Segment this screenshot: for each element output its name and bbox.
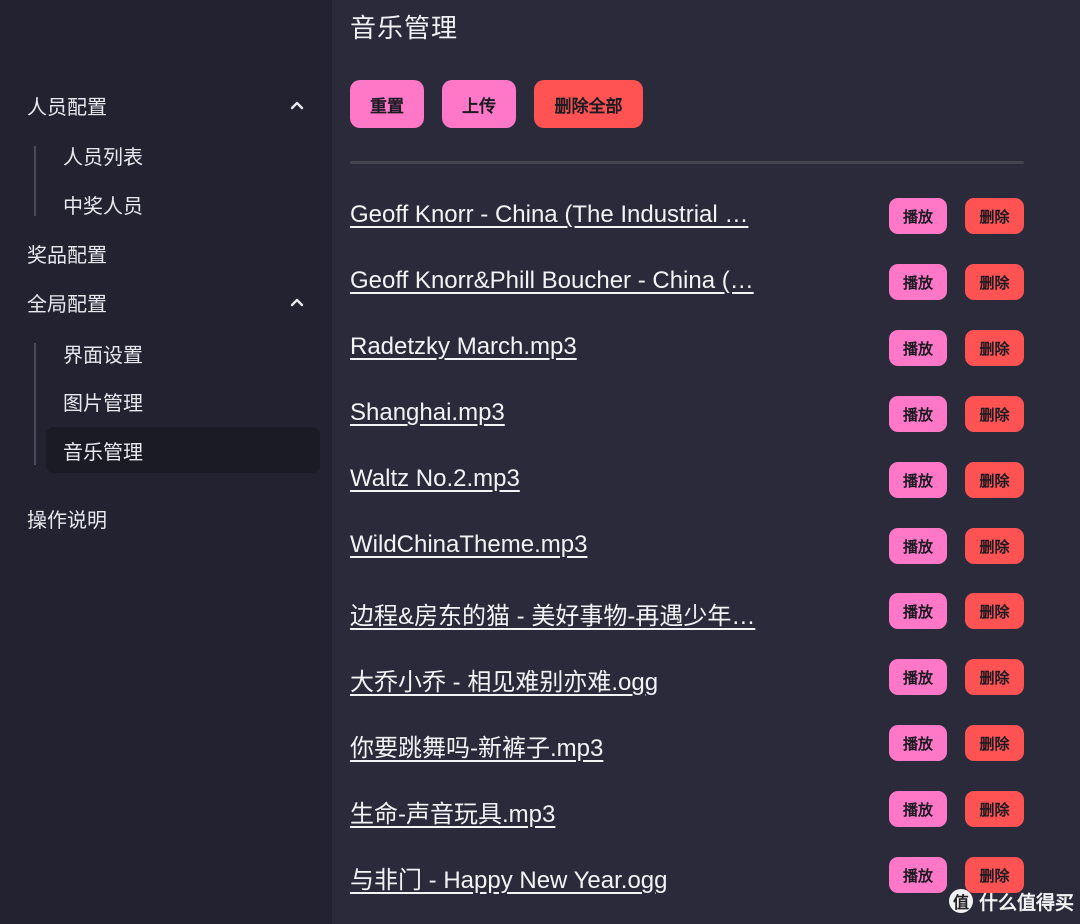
track-name-link[interactable]: 与非门 - Happy New Year.ogg <box>350 860 780 895</box>
chevron-up-icon <box>290 295 304 309</box>
delete-button[interactable]: 删除 <box>965 725 1024 761</box>
watermark: 值 什么值得买 <box>949 886 1074 916</box>
reset-button[interactable]: 重置 <box>350 80 424 128</box>
sidebar-item-label: 音乐管理 <box>63 439 143 464</box>
delete-button[interactable]: 删除 <box>965 462 1024 498</box>
sidebar-item-label: 界面设置 <box>63 342 143 367</box>
play-button[interactable]: 播放 <box>889 659 947 695</box>
track-row: 生命-声音玩具.mp3 播放 删除 <box>350 790 1024 830</box>
play-button[interactable]: 播放 <box>889 198 947 234</box>
nav-help-label: 操作说明 <box>27 507 107 532</box>
track-name-link[interactable]: 你要跳舞吗-新裤子.mp3 <box>350 728 780 763</box>
track-name-link[interactable]: 边程&房东的猫 - 美好事物-再遇少年… <box>350 596 780 631</box>
play-button[interactable]: 播放 <box>889 264 947 300</box>
track-name-link[interactable]: Radetzky March.mp3 <box>350 333 780 361</box>
delete-button[interactable]: 删除 <box>965 330 1024 366</box>
play-button[interactable]: 播放 <box>889 725 947 761</box>
nav-global[interactable]: 全局配置 <box>0 280 332 324</box>
track-row: 边程&房东的猫 - 美好事物-再遇少年… 播放 删除 <box>350 592 1024 632</box>
track-row: Waltz No.2.mp3 播放 删除 <box>350 461 1024 501</box>
delete-button[interactable]: 删除 <box>965 396 1024 432</box>
track-row: Radetzky March.mp3 播放 删除 <box>350 329 1024 369</box>
track-row: 与非门 - Happy New Year.ogg 播放 删除 <box>350 856 1024 896</box>
page-title: 音乐管理 <box>350 14 459 44</box>
track-name-link[interactable]: Geoff Knorr - China (The Industrial … <box>350 201 780 229</box>
nav-prize-label: 奖品配置 <box>27 242 107 267</box>
watermark-text: 什么值得买 <box>979 891 1075 914</box>
play-button[interactable]: 播放 <box>889 396 947 432</box>
nav-personnel-label: 人员配置 <box>27 94 107 119</box>
chevron-up-icon <box>290 98 304 112</box>
delete-button[interactable]: 删除 <box>965 791 1024 827</box>
track-row: 你要跳舞吗-新裤子.mp3 播放 删除 <box>350 724 1024 764</box>
nav-prize[interactable]: 奖品配置 <box>0 231 332 275</box>
play-button[interactable]: 播放 <box>889 330 947 366</box>
sidebar-item-personnel-list[interactable]: 人员列表 <box>46 132 320 178</box>
sidebar-item-winners[interactable]: 中奖人员 <box>46 181 320 227</box>
track-row: WildChinaTheme.mp3 播放 删除 <box>350 527 1024 567</box>
track-name-link[interactable]: 大乔小乔 - 相见难别亦难.ogg <box>350 662 780 697</box>
sidebar-item-music-manage[interactable]: 音乐管理 <box>46 427 320 473</box>
track-name-link[interactable]: 生命-声音玩具.mp3 <box>350 794 780 829</box>
delete-button[interactable]: 删除 <box>965 264 1024 300</box>
track-name-link[interactable]: Shanghai.mp3 <box>350 399 780 427</box>
play-button[interactable]: 播放 <box>889 528 947 564</box>
play-button[interactable]: 播放 <box>889 593 947 629</box>
sidebar-item-label: 图片管理 <box>63 390 143 415</box>
nav-personnel[interactable]: 人员配置 <box>0 83 332 127</box>
track-row: Geoff Knorr&Phill Boucher - China (… 播放 删除 <box>350 263 1024 303</box>
delete-all-button[interactable]: 删除全部 <box>534 80 643 128</box>
track-row: Shanghai.mp3 播放 删除 <box>350 395 1024 435</box>
delete-button[interactable]: 删除 <box>965 528 1024 564</box>
watermark-logo: 值 <box>949 889 973 913</box>
upload-button[interactable]: 上传 <box>442 80 516 128</box>
sidebar-item-ui-settings[interactable]: 界面设置 <box>46 330 320 376</box>
sidebar-item-image-manage[interactable]: 图片管理 <box>46 378 320 424</box>
sidebar: 人员配置 人员列表 中奖人员 奖品配置 全局配置 界面设置 图片管理 音乐管理 … <box>0 0 332 924</box>
submenu-line <box>34 343 36 465</box>
track-row: Geoff Knorr - China (The Industrial … 播放删… <box>350 197 1024 237</box>
track-name-link[interactable]: WildChinaTheme.mp3 <box>350 531 780 559</box>
nav-help[interactable]: 操作说明 <box>0 496 332 540</box>
play-button[interactable]: 播放 <box>889 857 947 893</box>
delete-button[interactable]: 删除 <box>965 593 1024 629</box>
play-button[interactable]: 播放 <box>889 462 947 498</box>
sidebar-item-label: 人员列表 <box>63 144 143 169</box>
track-row: 大乔小乔 - 相见难别亦难.ogg 播放 删除 <box>350 658 1024 698</box>
track-name-link[interactable]: Waltz No.2.mp3 <box>350 465 780 493</box>
play-button[interactable]: 播放 <box>889 791 947 827</box>
submenu-line <box>34 146 36 216</box>
sidebar-item-label: 中奖人员 <box>63 193 143 218</box>
track-name-link[interactable]: Geoff Knorr&Phill Boucher - China (… <box>350 267 780 295</box>
divider <box>350 161 1024 164</box>
delete-button[interactable]: 删除 <box>965 659 1024 695</box>
delete-button[interactable]: 删除 <box>965 198 1024 234</box>
nav-global-label: 全局配置 <box>27 291 107 316</box>
